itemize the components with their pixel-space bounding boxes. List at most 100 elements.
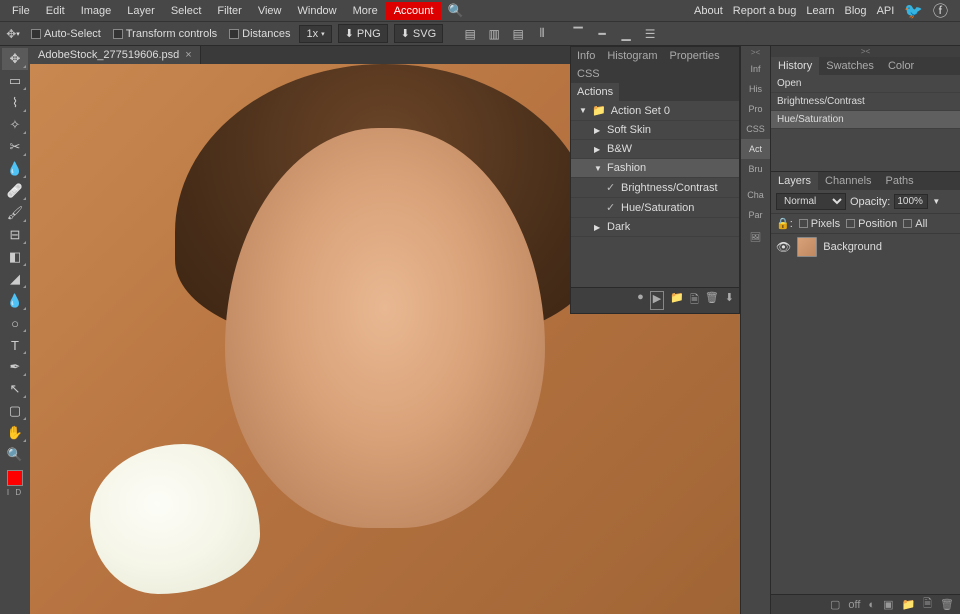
link-api[interactable]: API: [877, 5, 895, 17]
history-item[interactable]: Brightness/Contrast: [771, 93, 960, 111]
adjustment-icon[interactable]: ◐: [868, 599, 875, 611]
wand-tool[interactable]: ✧: [2, 114, 28, 136]
lock-all-checkbox[interactable]: All: [903, 218, 927, 230]
foreground-color-swatch[interactable]: [7, 470, 23, 486]
document-tab[interactable]: AdobeStock_277519606.psd ×: [30, 46, 201, 64]
new-layer-icon[interactable]: 🗎: [923, 595, 932, 614]
new-folder-icon[interactable]: 📁: [670, 291, 684, 310]
path-tool[interactable]: ↖: [2, 378, 28, 400]
action-row-fashion[interactable]: ▼Fashion: [571, 159, 739, 178]
hand-tool[interactable]: ✋: [2, 422, 28, 444]
delete-icon[interactable]: 🗑: [705, 291, 719, 310]
eraser-tool[interactable]: ◧: [2, 246, 28, 268]
vtab-history[interactable]: His: [741, 79, 770, 99]
opacity-slider-icon[interactable]: ▼: [932, 197, 940, 206]
align-top-icon[interactable]: ▔: [569, 25, 587, 43]
opacity-input[interactable]: 100%: [894, 194, 928, 209]
align-left-icon[interactable]: ▤: [461, 25, 479, 43]
transform-controls-checkbox[interactable]: Transform controls: [110, 28, 220, 40]
eyedropper-tool[interactable]: 💧: [2, 158, 28, 180]
auto-select-checkbox[interactable]: Auto-Select: [28, 28, 104, 40]
history-item[interactable]: Open: [771, 75, 960, 93]
distribute-v-icon[interactable]: ☰: [641, 25, 659, 43]
close-tab-icon[interactable]: ×: [185, 49, 191, 61]
trash-icon[interactable]: 🗑: [940, 598, 954, 611]
crop-tool[interactable]: ✂: [2, 136, 28, 158]
lasso-tool[interactable]: ⌇: [2, 92, 28, 114]
vtab-css[interactable]: CSS: [741, 119, 770, 139]
move-tool[interactable]: ✥: [2, 48, 28, 70]
marquee-tool[interactable]: ▭: [2, 70, 28, 92]
align-right-icon[interactable]: ▤: [509, 25, 527, 43]
vtab-actions[interactable]: Act: [741, 139, 770, 159]
align-bottom-icon[interactable]: ▁: [617, 25, 635, 43]
action-row[interactable]: ▶Soft Skin: [571, 121, 739, 140]
export-png-button[interactable]: ⬇PNG: [338, 24, 388, 43]
menu-image[interactable]: Image: [73, 2, 120, 20]
vtab-character[interactable]: Cha: [741, 185, 770, 205]
tab-info[interactable]: Info: [571, 47, 601, 65]
link-learn[interactable]: Learn: [806, 5, 834, 17]
expand-arrows-icon[interactable]: ><: [741, 46, 770, 59]
distribute-h-icon[interactable]: ⫴: [533, 25, 551, 43]
folder-icon[interactable]: 📁: [901, 598, 915, 611]
tab-history[interactable]: History: [771, 57, 819, 75]
canvas-area[interactable]: AdobeStock_277519606.psd × Info Histogra…: [30, 46, 740, 614]
search-icon[interactable]: 🔍: [447, 3, 463, 19]
align-center-h-icon[interactable]: ▥: [485, 25, 503, 43]
mask-icon[interactable]: ▢: [830, 598, 840, 611]
shape-tool[interactable]: ▢: [2, 400, 28, 422]
gradient-tool[interactable]: ◢: [2, 268, 28, 290]
stamp-tool[interactable]: ⊟: [2, 224, 28, 246]
vtab-properties[interactable]: Pro: [741, 99, 770, 119]
collapse-arrows-icon[interactable]: ><: [771, 46, 960, 57]
action-row[interactable]: ▶Dark: [571, 218, 739, 237]
new-action-icon[interactable]: 🗎: [690, 291, 699, 310]
action-row[interactable]: ▶B&W: [571, 140, 739, 159]
mask-add-icon[interactable]: ▣: [883, 598, 893, 611]
brush-tool[interactable]: 🖌: [2, 202, 28, 224]
menu-select[interactable]: Select: [163, 2, 210, 20]
tab-paths[interactable]: Paths: [879, 172, 921, 190]
play-icon[interactable]: ▶: [650, 291, 664, 310]
facebook-icon[interactable]: ⓕ: [933, 0, 948, 21]
type-tool[interactable]: T: [2, 334, 28, 356]
vtab-paragraph[interactable]: Par: [741, 205, 770, 225]
tab-actions[interactable]: Actions: [571, 83, 619, 101]
tab-css[interactable]: CSS: [571, 65, 606, 83]
distances-checkbox[interactable]: Distances: [226, 28, 293, 40]
tab-swatches[interactable]: Swatches: [819, 57, 881, 75]
visibility-icon[interactable]: 👁: [776, 240, 791, 254]
menu-edit[interactable]: Edit: [38, 2, 73, 20]
download-icon[interactable]: ⬇: [725, 291, 734, 310]
menu-layer[interactable]: Layer: [119, 2, 163, 20]
dodge-tool[interactable]: ○: [2, 312, 28, 334]
menu-window[interactable]: Window: [290, 2, 345, 20]
history-item[interactable]: Hue/Saturation: [771, 111, 960, 129]
tab-color[interactable]: Color: [881, 57, 921, 75]
tab-properties[interactable]: Properties: [663, 47, 725, 65]
menu-filter[interactable]: Filter: [209, 2, 249, 20]
lock-position-checkbox[interactable]: Position: [846, 218, 897, 230]
move-tool-icon[interactable]: ✥▾: [4, 25, 22, 43]
action-set-row[interactable]: ▼📁Action Set 0: [571, 101, 739, 121]
pen-tool[interactable]: ✒: [2, 356, 28, 378]
tab-layers[interactable]: Layers: [771, 172, 818, 190]
zoom-tool[interactable]: 🔍: [2, 444, 28, 466]
tab-channels[interactable]: Channels: [818, 172, 878, 190]
record-icon[interactable]: ●: [637, 291, 644, 310]
layer-thumbnail[interactable]: [797, 237, 817, 257]
menu-view[interactable]: View: [250, 2, 290, 20]
align-center-v-icon[interactable]: ━: [593, 25, 611, 43]
menu-file[interactable]: File: [4, 2, 38, 20]
scale-dropdown[interactable]: 1x▾: [299, 25, 331, 43]
vtab-thumbnail[interactable]: 🖼: [741, 225, 770, 249]
heal-tool[interactable]: 🩹: [2, 180, 28, 202]
action-step-row[interactable]: ✓Hue/Saturation: [571, 198, 739, 218]
layer-row[interactable]: 👁 Background: [771, 234, 960, 260]
blur-tool[interactable]: 💧: [2, 290, 28, 312]
action-step-row[interactable]: ✓Brightness/Contrast: [571, 178, 739, 198]
tab-histogram[interactable]: Histogram: [601, 47, 663, 65]
vtab-info[interactable]: Inf: [741, 59, 770, 79]
export-svg-button[interactable]: ⬇SVG: [394, 24, 443, 43]
